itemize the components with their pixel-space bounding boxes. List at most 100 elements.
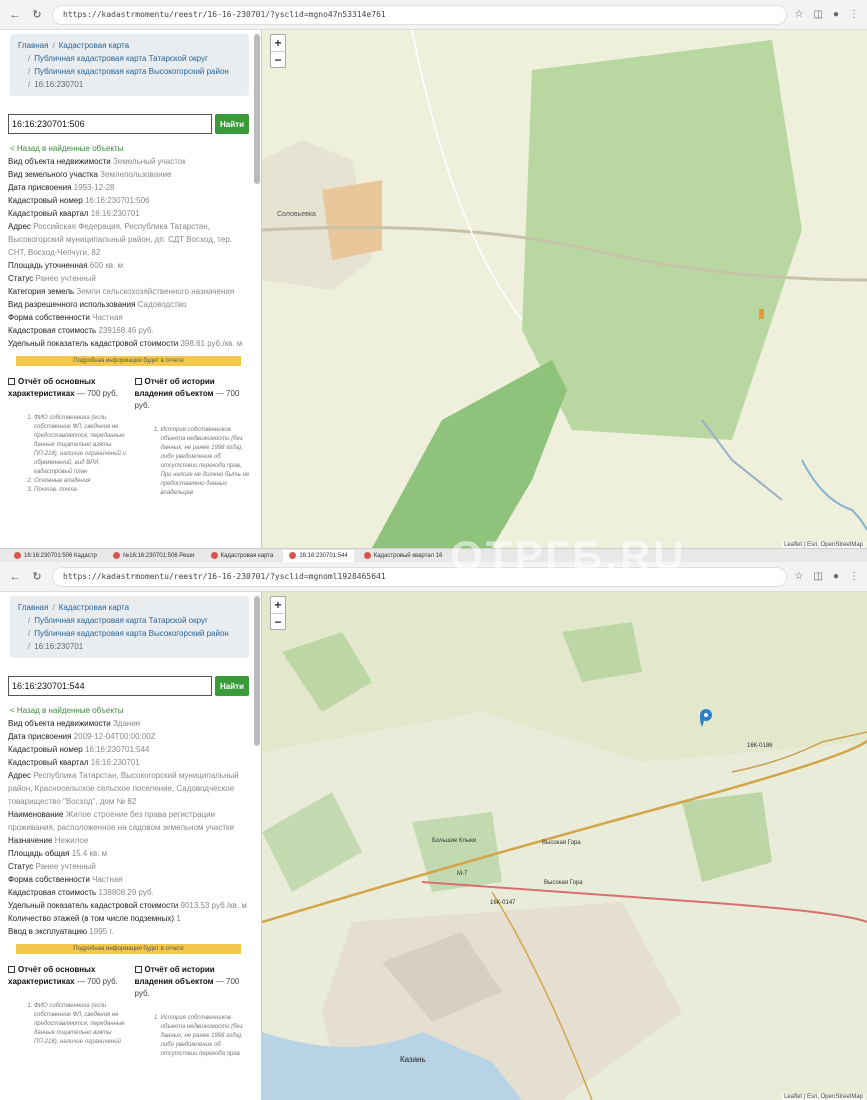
breadcrumb-link[interactable]: Публичная кадастровая карта Высокогорски… [34,67,229,76]
zoom-out-button[interactable]: − [271,613,285,629]
property-value: 16:16:230701:544 [84,745,150,754]
breadcrumb-link[interactable]: Публичная кадастровая карта Высокогорски… [34,629,229,638]
tab[interactable]: №16:16:230701:506 Реши [107,550,201,562]
profile-icon[interactable]: ● [833,9,839,20]
property-value: 16:16:230701 [90,758,140,767]
report-history-checkbox[interactable] [134,378,142,385]
property-value: Здание [112,719,141,728]
extensions-icon[interactable]: ◫ [814,571,823,582]
address-bar-row: ← ↻ https://kadastrmomentu/reestr/16-16-… [0,0,867,30]
property-row: Количество этажей (в том числе подземных… [8,912,251,925]
property-value: Землепользование [100,170,172,179]
map-label-vysokaya-gora-2: Высокая Гора [544,880,583,886]
report-basic: Отчёт об основных характеристиках — 700 … [8,964,127,1059]
report-basic: Отчёт об основных характеристиках — 700 … [8,376,127,498]
property-value: Частная [92,313,123,322]
property-row: Ввод в эксплуатацию 1995 г. [8,925,251,938]
property-row: Категория земель Земли сельскохозяйствен… [8,285,251,298]
cadastral-number-input[interactable] [8,676,212,696]
breadcrumb-link[interactable]: Кадастровая карта [59,41,129,50]
report-title: Отчёт об истории владения объектом [134,965,215,986]
property-row: Форма собственности Частная [8,873,251,886]
property-key: Кадастровая стоимость [8,326,97,335]
extensions-icon[interactable]: ◫ [814,9,823,20]
zoom-in-button[interactable]: + [271,35,285,51]
bookmark-star-icon[interactable]: ☆ [795,571,804,582]
property-row: Наименование Жилое строение без права ре… [8,808,251,834]
cadastral-number-input[interactable] [8,114,212,134]
find-button[interactable]: Найти [215,114,249,134]
breadcrumb-link[interactable]: Публичная кадастровая карта Татарской ок… [34,54,208,63]
property-value: Российская Федерация, Республика Татарст… [8,222,232,257]
property-row: Вид объекта недвижимости Здание [8,717,251,730]
breadcrumb-link[interactable]: Публичная кадастровая карта Татарской ок… [34,616,208,625]
report-basic-checkbox[interactable] [8,966,15,973]
report-history: Отчёт об истории владения объектом — 700… [134,376,254,498]
property-row: Удельный показатель кадастровой стоимост… [8,899,251,912]
menu-icon[interactable]: ⋮ [849,9,859,20]
property-value: 9013.53 руб./кв. м [180,901,247,910]
property-key: Удельный показатель кадастровой стоимост… [8,901,179,910]
property-row: Вид объекта недвижимости Земельный участ… [8,155,251,168]
bookmark-star-icon[interactable]: ☆ [795,9,804,20]
panel-scrollbar[interactable] [254,596,260,746]
property-row: Статус Ранее учтенный [8,272,251,285]
reload-icon[interactable]: ↻ [30,570,44,584]
map-label-vysokaya-gora: Высокая Гора [542,840,581,846]
breadcrumb: Главная / Кадастровая карта / Публичная кад… [10,596,249,658]
property-key: Кадастровый номер [8,745,83,754]
report-options: Отчёт об основных характеристиках — 700 … [8,964,253,1059]
url-field[interactable]: https://kadastrmomentu/reestr/16-16-2307… [52,4,787,25]
find-button[interactable]: Найти [215,676,249,696]
property-row: Адрес Республика Татарстан, Высокогорски… [8,769,251,808]
reload-icon[interactable]: ↻ [30,8,44,22]
zoom-in-button[interactable]: + [271,597,285,613]
menu-icon[interactable]: ⋮ [849,571,859,582]
top-browser-window: ← ↻ https://kadastrmomentu/reestr/16-16-… [0,0,867,548]
overview-map: M-7 16К-0147 16К-0186 Казань Высокая Гор… [262,592,867,1100]
back-to-results-link[interactable]: < Назад в найденные объекты [10,144,251,153]
property-value: 1995 г. [89,927,114,936]
property-row: Площадь уточненная 600 кв. м [8,259,251,272]
property-row: Удельный показатель кадастровой стоимост… [8,337,251,350]
tab[interactable]: 16:16:230701:506 Кадастр [8,550,103,562]
info-panel: Главная / Кадастровая карта / Публичная кад… [0,592,262,1100]
property-value: 2009-12-04T00:00:00Z [73,732,156,741]
map-label-place: Соловьевка [277,211,316,218]
breadcrumb-link[interactable]: Главная [18,41,48,50]
property-key: Вид объекта недвижимости [8,719,111,728]
report-notice: Подробная информация будет в отчете [16,944,241,954]
zoom-out-button[interactable]: − [271,51,285,67]
property-value: 239168.46 руб. [98,326,154,335]
property-key: Вид объекта недвижимости [8,157,111,166]
panel-scrollbar[interactable] [254,34,260,184]
back-to-results-link[interactable]: < Назад в найденные объекты [10,706,251,715]
tab[interactable]: 16:16:230701:544 [283,549,354,562]
property-value: Садоводство [137,300,187,309]
tab[interactable]: Кадастровый квартал 16 [358,550,449,562]
report-desc-item: История собственников объекта недвижимос… [161,1014,254,1059]
breadcrumb-link[interactable]: Главная [18,603,48,612]
back-arrow-icon[interactable]: ← [8,8,22,22]
map-view-bottom[interactable]: M-7 16К-0147 16К-0186 Казань Высокая Гор… [262,592,867,1100]
property-value: 138808.29 руб. [98,888,154,897]
tab[interactable]: Кадастровая карта [205,550,280,562]
url-field[interactable]: https://kadastrmomentu/reestr/16-16-2307… [52,566,787,587]
property-key: Адрес [8,222,31,231]
map-view-top[interactable]: Соловьевка + − Leaflet | Esri, OpenStree… [262,30,867,548]
profile-icon[interactable]: ● [833,571,839,582]
property-row: Площадь общая 15.4 кв. м [8,847,251,860]
breadcrumb-link[interactable]: Кадастровая карта [59,603,129,612]
breadcrumb: Главная / Кадастровая карта / Публичная кад… [10,34,249,96]
report-history-checkbox[interactable] [134,966,142,973]
parcel-marker[interactable] [759,309,764,319]
property-key: Форма собственности [8,875,90,884]
property-row: Вид разрешенного использования Садоводст… [8,298,251,311]
map-attribution[interactable]: Leaflet | Esri, OpenStreetMap [782,1094,865,1100]
property-key: Кадастровый номер [8,196,83,205]
back-arrow-icon[interactable]: ← [8,570,22,584]
tab-label: Кадастровый квартал 16 [373,552,443,559]
breadcrumb-current: 16:16:230701 [34,80,84,89]
property-value: Нежилое [54,836,89,845]
report-basic-checkbox[interactable] [8,378,15,385]
